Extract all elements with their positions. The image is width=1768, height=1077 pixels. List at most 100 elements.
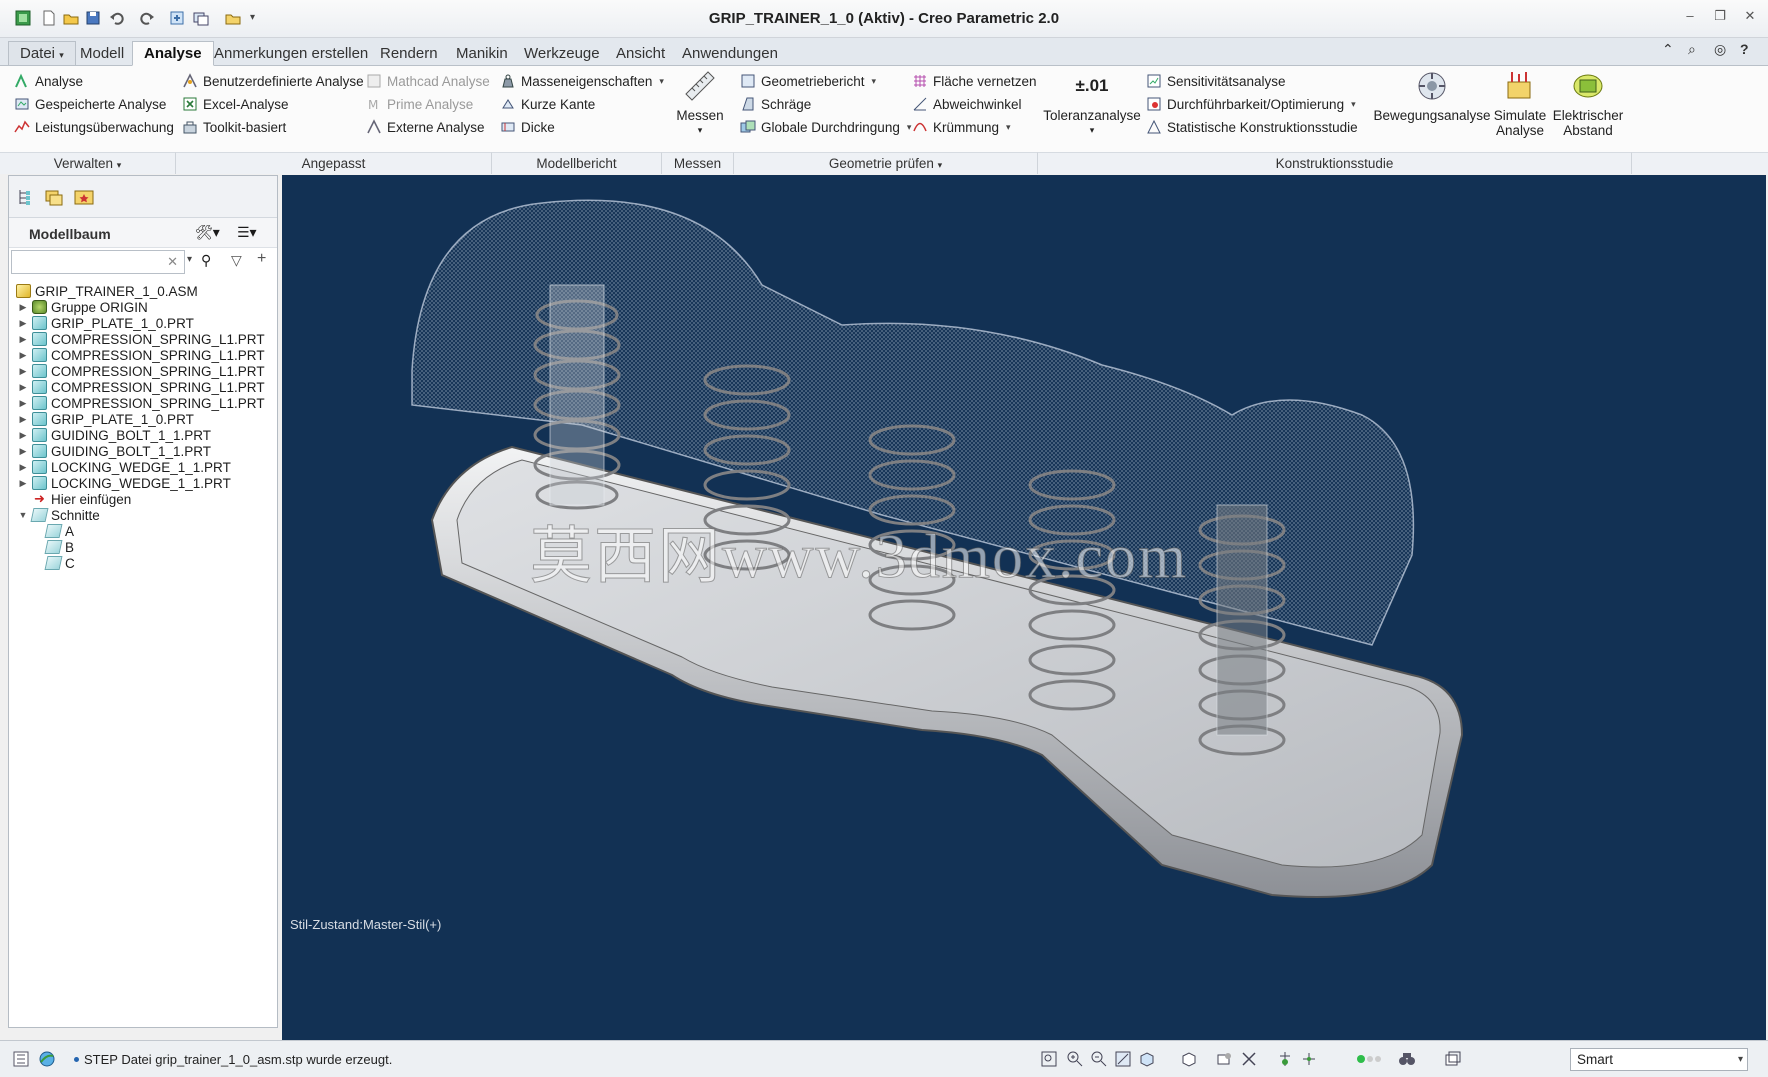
tree-node-section-c[interactable]: C	[43, 554, 75, 572]
toolkit-basiert-button[interactable]: Toolkit-basiert	[182, 116, 286, 138]
show-menu-icon[interactable]: ☰▾	[237, 224, 257, 241]
part-icon	[32, 412, 47, 426]
gespeicherte-analyse-button[interactable]: Gespeicherte Analyse	[14, 93, 166, 115]
saved-analysis-icon	[14, 96, 30, 112]
model-tree-tab-icon[interactable]	[15, 186, 37, 208]
leistungsueberwachung-button[interactable]: Leistungsüberwachung	[14, 116, 174, 138]
group-verwalten[interactable]: Verwalten ▾	[0, 152, 176, 174]
tab-manikin[interactable]: Manikin	[444, 41, 520, 66]
find-icon[interactable]	[1398, 1050, 1416, 1068]
saved-views-icon[interactable]	[1138, 1050, 1156, 1068]
schraege-button[interactable]: Schräge	[740, 93, 811, 115]
tab-modell[interactable]: Modell	[68, 41, 136, 66]
statistische-konstruktionsstudie-button[interactable]: Statistische Konstruktionsstudie	[1146, 116, 1358, 138]
zoom-out-icon[interactable]	[1090, 1050, 1108, 1068]
favorites-tab-icon[interactable]	[73, 186, 95, 208]
simulate-analyse-button[interactable]: Simulate Analyse	[1492, 68, 1548, 138]
display-style-icon[interactable]	[1180, 1050, 1198, 1068]
tab-anmerkungen-erstellen[interactable]: Anmerkungen erstellen	[202, 41, 380, 66]
tab-werkzeuge[interactable]: Werkzeuge	[512, 41, 612, 66]
excel-analyse-button[interactable]: Excel-Analyse	[182, 93, 289, 115]
geometriebericht-button[interactable]: Geometriebericht ▾	[740, 70, 876, 92]
model-tree-search-input[interactable]: ✕	[11, 250, 185, 274]
expand-icon[interactable]: ▶	[17, 462, 29, 473]
browser-icon[interactable]	[38, 1050, 56, 1068]
tab-datei[interactable]: Datei ▾	[8, 41, 76, 66]
settings-icon[interactable]: 🛠▾	[195, 224, 220, 241]
tab-anwendungen[interactable]: Anwendungen	[670, 41, 790, 66]
kurze-kante-button[interactable]: Kurze Kante	[500, 93, 595, 115]
expand-icon[interactable]: ▶	[17, 398, 29, 409]
expand-icon[interactable]: ▶	[17, 446, 29, 457]
expand-icon[interactable]: ▶	[17, 318, 29, 329]
model-tree-header: Modellbaum 🛠▾ ☰▾	[9, 218, 277, 248]
statistical-study-icon	[1146, 119, 1162, 135]
search-dropdown-icon[interactable]: ▾	[187, 254, 192, 265]
filter-icon[interactable]: ▽	[231, 252, 242, 269]
analyse-button[interactable]: Analyse	[14, 70, 83, 92]
expand-icon[interactable]: ▶	[17, 350, 29, 361]
close-icon[interactable]: ✕	[1742, 8, 1758, 24]
benutzerdefinierte-analyse-button[interactable]: Benutzerdefinierte Analyse	[182, 70, 364, 92]
expand-icon[interactable]: ▶	[17, 478, 29, 489]
view-manager-icon[interactable]	[1216, 1050, 1234, 1068]
messen-button[interactable]: Messen ▾	[672, 68, 728, 138]
sensitivity-icon	[1146, 73, 1162, 89]
dicke-button[interactable]: Dicke	[500, 116, 555, 138]
part-icon	[32, 348, 47, 362]
prime-analyse-button[interactable]: M Prime Analyse	[366, 93, 473, 115]
durchfuehrbarkeit-button[interactable]: Durchführbarkeit/Optimierung ▾	[1146, 93, 1356, 115]
group-geometrie-pruefen[interactable]: Geometrie prüfen ▾	[734, 152, 1038, 174]
toggle-navigator-icon[interactable]	[12, 1050, 30, 1068]
folder-browser-tab-icon[interactable]	[43, 186, 65, 208]
expand-icon[interactable]: ▶	[17, 302, 29, 313]
group-konstruktionsstudie: Konstruktionsstudie	[1038, 152, 1632, 174]
status-bar: STEP Datei grip_trainer_1_0_asm.stp wurd…	[0, 1040, 1768, 1077]
sensitivitaetsanalyse-button[interactable]: Sensitivitätsanalyse	[1146, 70, 1286, 92]
expand-icon[interactable]: ▶	[17, 366, 29, 377]
repaint-icon[interactable]	[1114, 1050, 1132, 1068]
grip-trainer-model	[411, 199, 1464, 898]
refit-icon[interactable]	[1040, 1050, 1058, 1068]
expand-icon[interactable]: ▶	[17, 382, 29, 393]
collapse-icon[interactable]: ▼	[17, 510, 29, 520]
ribbon-tabs: Datei ▾ Modell Analyse Anmerkungen erste…	[0, 38, 1768, 66]
globale-durchdringung-button[interactable]: Globale Durchdringung ▾	[740, 116, 911, 138]
add-column-icon[interactable]: +	[257, 250, 266, 268]
help-icon[interactable]: ?	[1740, 41, 1756, 57]
datum-display-icon[interactable]	[1240, 1050, 1258, 1068]
expand-icon[interactable]: ▶	[17, 430, 29, 441]
elektrischer-abstand-button[interactable]: Elektrischer Abstand	[1550, 68, 1626, 138]
selection-filter-select[interactable]: Smart ▾	[1570, 1048, 1748, 1071]
bewegungsanalyse-button[interactable]: Bewegungsanalyse	[1372, 68, 1492, 123]
flaeche-vernetzen-button[interactable]: Fläche vernetzen	[912, 70, 1037, 92]
collapse-ribbon-icon[interactable]: ⌃	[1662, 41, 1678, 57]
externe-analyse-button[interactable]: Externe Analyse	[366, 116, 485, 138]
minimize-icon[interactable]: –	[1682, 8, 1698, 24]
graphics-window[interactable]: 莫西网www.3dmox.com Stil-Zustand:Master-Sti…	[282, 175, 1766, 1040]
restore-icon[interactable]: ❐	[1712, 8, 1728, 24]
search-icon[interactable]: ⌕	[1688, 41, 1704, 57]
annotation-display-icon[interactable]	[1276, 1050, 1294, 1068]
binoculars-icon[interactable]: ⚲	[201, 252, 211, 269]
expand-icon[interactable]: ▶	[17, 334, 29, 345]
community-icon[interactable]: ◎	[1714, 41, 1730, 57]
tab-rendern[interactable]: Rendern	[368, 41, 450, 66]
toleranzanalyse-button[interactable]: ±.01 Toleranzanalyse ▾	[1043, 68, 1141, 138]
tab-ansicht[interactable]: Ansicht	[604, 41, 677, 66]
zoom-in-icon[interactable]	[1066, 1050, 1084, 1068]
mathcad-analyse-button[interactable]: Mathcad Analyse	[366, 70, 490, 92]
clear-search-icon[interactable]: ✕	[167, 254, 178, 270]
svg-text:M: M	[368, 98, 378, 112]
spin-center-icon[interactable]	[1300, 1050, 1318, 1068]
section-icon	[44, 540, 63, 554]
expand-icon[interactable]: ▶	[17, 414, 29, 425]
kruemmung-button[interactable]: Krümmung ▾	[912, 116, 1011, 138]
masseneigenschaften-button[interactable]: Masseneigenschaften ▾	[500, 70, 664, 92]
selection-box-icon[interactable]	[1444, 1050, 1462, 1068]
abweichwinkel-button[interactable]: Abweichwinkel	[912, 93, 1022, 115]
chevron-down-icon[interactable]: ▾	[1738, 1049, 1743, 1070]
mesh-surface-icon	[912, 73, 928, 89]
thickness-icon	[500, 119, 516, 135]
part-icon	[32, 460, 47, 474]
